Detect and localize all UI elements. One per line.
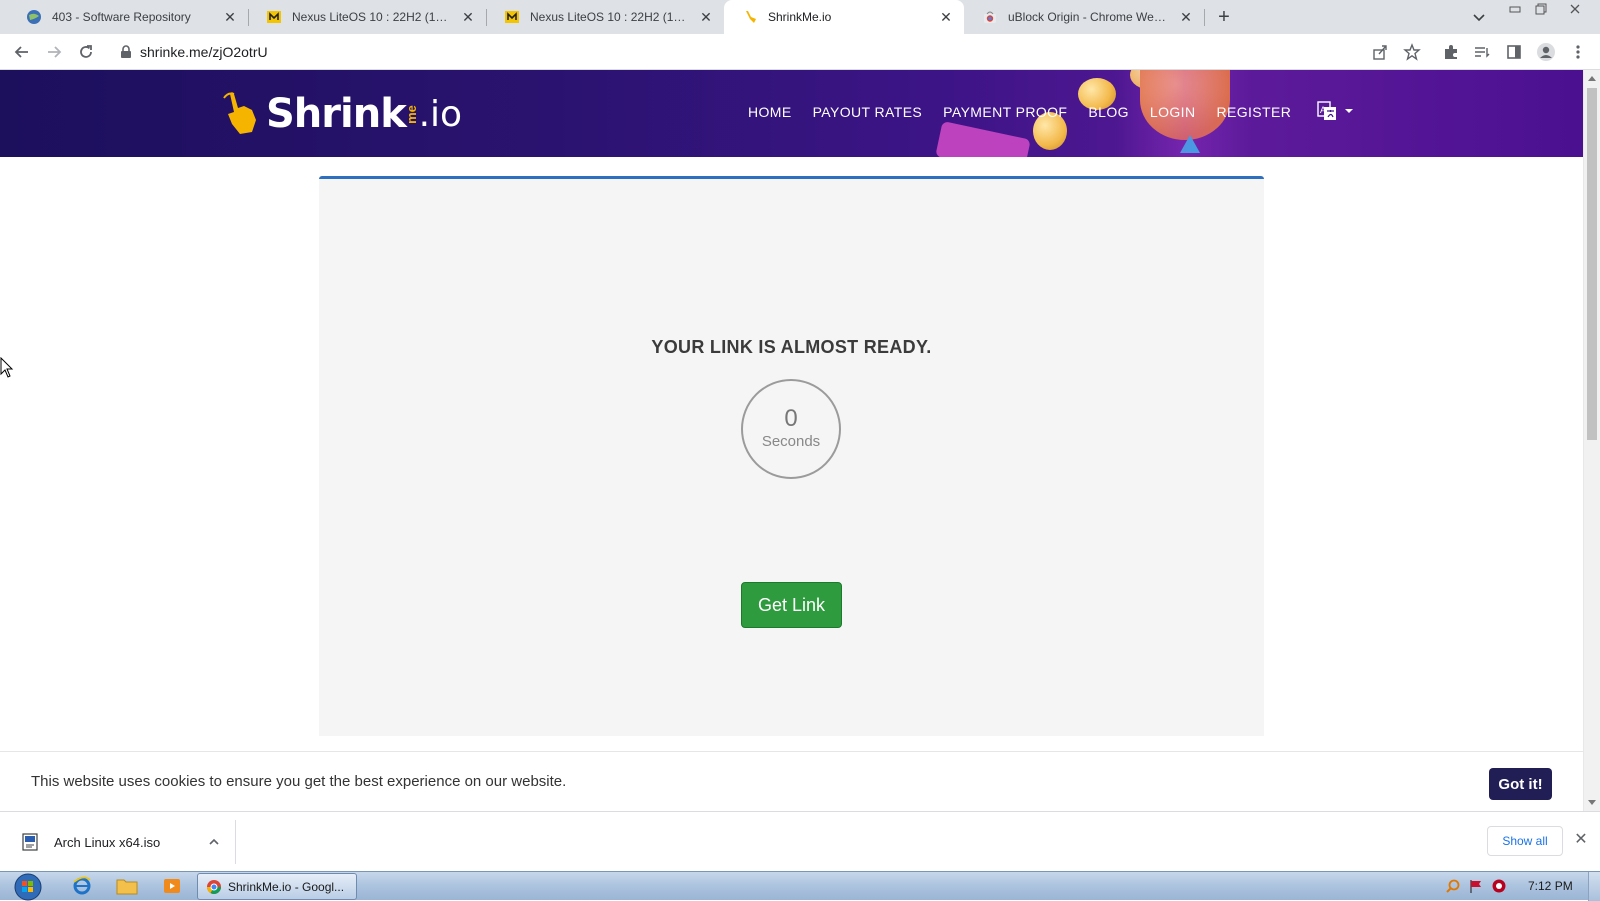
share-icon[interactable] (1368, 40, 1392, 64)
page-viewport: Shrin k me .io HOME PAYOUT RATES PAYMENT… (0, 70, 1583, 811)
shrinkme-favicon-icon (742, 9, 758, 25)
logo-io: .io (418, 93, 463, 135)
start-button[interactable] (6, 873, 50, 900)
close-tab-icon[interactable]: ✕ (1178, 9, 1194, 25)
countdown-timer: 0 Seconds (741, 379, 841, 479)
file-explorer-icon[interactable] (115, 875, 139, 897)
site-nav: HOME PAYOUT RATES PAYMENT PROOF BLOG LOG… (748, 104, 1312, 120)
tab-nexus-liteos-2[interactable]: Nexus LiteOS 10 : 22H2 (19045.2 ✕ (486, 0, 724, 34)
link-ready-heading: YOUR LINK IS ALMOST READY. (651, 337, 932, 357)
translate-icon: A (1317, 101, 1336, 120)
site-header: Shrin k me .io HOME PAYOUT RATES PAYMENT… (0, 70, 1583, 157)
taskbar-task-label: ShrinkMe.io - Googl... (228, 879, 345, 894)
address-bar[interactable]: shrinke.me/zjO2otrU (112, 38, 1412, 66)
caret-down-icon (1345, 109, 1353, 113)
disc-image-file-icon (22, 833, 38, 851)
tab-strip: 403 - Software Repository ✕ Nexus LiteOS… (0, 0, 1600, 34)
close-tab-icon[interactable]: ✕ (460, 9, 476, 25)
new-tab-button[interactable]: + (1212, 6, 1236, 28)
back-arrow-icon[interactable] (10, 40, 34, 64)
internet-explorer-icon[interactable] (70, 875, 94, 897)
tab-ublock-origin[interactable]: uBlock Origin - Chrome Web Sto ✕ (964, 0, 1204, 34)
tab-software-repository[interactable]: 403 - Software Repository ✕ (8, 0, 248, 34)
nav-blog[interactable]: BLOG (1088, 104, 1129, 120)
get-link-button[interactable]: Get Link (741, 582, 842, 628)
chevron-up-icon[interactable] (203, 835, 225, 850)
nav-payout-rates[interactable]: PAYOUT RATES (813, 104, 923, 120)
logo-wordmark-k: k (380, 91, 407, 137)
close-window-icon[interactable] (1562, 0, 1588, 18)
svg-text:A: A (1320, 105, 1326, 115)
link-card: YOUR LINK IS ALMOST READY. 0 Seconds Get… (319, 176, 1264, 736)
nav-register[interactable]: REGISTER (1216, 104, 1291, 120)
close-tab-icon[interactable]: ✕ (222, 9, 238, 25)
chrome-logo-icon (207, 879, 221, 894)
tab-shrinkme[interactable]: ShrinkMe.io ✕ (724, 0, 964, 34)
globe-favicon-icon (26, 9, 42, 25)
taskbar-clock[interactable]: 7:12 PM (1528, 879, 1573, 893)
close-tab-icon[interactable]: ✕ (698, 9, 714, 25)
flag-tray-icon[interactable] (1468, 878, 1484, 894)
show-all-downloads-button[interactable]: Show all (1487, 826, 1563, 856)
close-tab-icon[interactable]: ✕ (938, 9, 954, 25)
tab-title: 403 - Software Repository (52, 10, 191, 24)
pointing-hand-logo-icon (223, 92, 256, 134)
antivirus-tray-icon[interactable] (1491, 878, 1507, 894)
decorative-card-icon (935, 121, 1031, 157)
nexus-favicon-icon (504, 9, 520, 25)
url-text: shrinke.me/zjO2otrU (140, 44, 268, 60)
browser-menu-kebab-icon[interactable] (1566, 40, 1590, 64)
tab-title: uBlock Origin - Chrome Web Sto (1008, 10, 1172, 24)
nav-login[interactable]: LOGIN (1150, 104, 1196, 120)
cookie-banner: This website uses cookies to ensure you … (0, 751, 1583, 811)
mouse-cursor-icon (0, 357, 14, 378)
scroll-up-arrow-icon[interactable] (1588, 76, 1596, 81)
forward-arrow-icon[interactable] (42, 40, 66, 64)
lock-icon[interactable] (120, 45, 132, 59)
windows-taskbar: ShrinkMe.io - Googl... 7:12 PM (0, 871, 1600, 901)
tab-search-chevron-icon[interactable] (1470, 8, 1488, 26)
show-desktop-button[interactable] (1588, 872, 1600, 901)
profile-avatar-icon[interactable] (1534, 40, 1558, 64)
tab-title: Nexus LiteOS 10 : 22H2 (19045.2 (292, 10, 454, 24)
extensions-puzzle-icon[interactable] (1439, 40, 1463, 64)
close-shelf-icon[interactable]: ✕ (1572, 831, 1590, 849)
download-shelf: Arch Linux x64.iso Show all ✕ (0, 811, 1600, 871)
browser-toolbar: shrinke.me/zjO2otrU (0, 34, 1600, 70)
language-selector[interactable]: A (1316, 100, 1354, 122)
bookmark-star-icon[interactable] (1400, 40, 1424, 64)
taskbar-chrome-task[interactable]: ShrinkMe.io - Googl... (197, 873, 357, 900)
shrinkme-logo[interactable]: Shrin k me .io (222, 84, 462, 144)
media-player-icon[interactable] (160, 875, 184, 897)
download-file-name: Arch Linux x64.iso (54, 834, 161, 850)
tab-nexus-liteos-1[interactable]: Nexus LiteOS 10 : 22H2 (19045.2 ✕ (248, 0, 486, 34)
scrollbar-thumb[interactable] (1587, 88, 1597, 440)
nav-home[interactable]: HOME (748, 104, 792, 120)
nexus-favicon-icon (266, 9, 282, 25)
logo-wordmark: Shrin (266, 91, 381, 137)
logo-me: me (403, 104, 419, 124)
windows-orb-icon (14, 873, 42, 900)
nav-payment-proof[interactable]: PAYMENT PROOF (943, 104, 1067, 120)
cookie-message: This website uses cookies to ensure you … (31, 773, 567, 790)
tab-title: Nexus LiteOS 10 : 22H2 (19045.2 (530, 10, 692, 24)
reload-icon[interactable] (74, 40, 98, 64)
timer-unit: Seconds (761, 433, 821, 450)
timer-value: 0 (784, 405, 798, 432)
chrome-webstore-favicon-icon (982, 9, 998, 25)
reading-list-icon[interactable] (1470, 40, 1494, 64)
download-item[interactable]: Arch Linux x64.iso (14, 820, 236, 864)
minimize-window-icon[interactable] (1502, 0, 1528, 18)
tab-title: ShrinkMe.io (768, 10, 832, 24)
scroll-down-arrow-icon[interactable] (1588, 800, 1596, 805)
search-tray-icon[interactable] (1445, 878, 1461, 894)
cookie-accept-button[interactable]: Got it! (1489, 768, 1552, 800)
page-scrollbar[interactable] (1583, 70, 1600, 811)
side-panel-icon[interactable] (1502, 40, 1526, 64)
restore-window-icon[interactable] (1528, 0, 1554, 18)
tab-separator (1204, 9, 1205, 26)
